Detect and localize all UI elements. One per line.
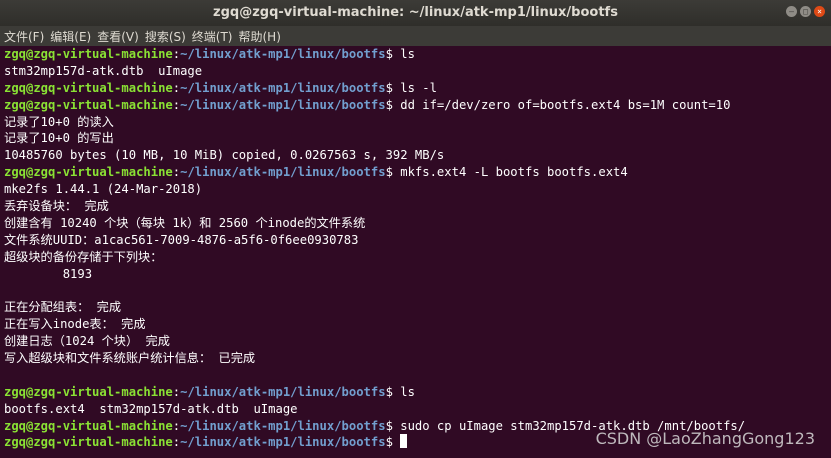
output-line: stm32mp157d-atk.dtb uImage	[4, 63, 827, 80]
output-line: 文件系统UUID：a1cac561-7009-4876-a5f6-0f6ee09…	[4, 232, 827, 249]
output-text: 创建含有 10240 个块（每块 1k）和 2560 个inode的文件系统	[4, 215, 366, 230]
cursor	[400, 434, 408, 449]
output-text: bootfs.ext4 stm32mp157d-atk.dtb uImage	[4, 401, 298, 416]
output-text: stm32mp157d-atk.dtb uImage	[4, 63, 203, 78]
prompt-line: zgq@zgq-virtual-machine:~/linux/atk-mp1/…	[4, 80, 827, 97]
prompt-path: ~/linux/atk-mp1/linux/bootfs	[180, 435, 386, 450]
prompt-dollar: $	[385, 80, 401, 95]
output-text: 正在分配组表： 完成	[4, 300, 122, 315]
output-line: 8193	[4, 266, 827, 283]
prompt-dollar: $	[385, 418, 401, 433]
output-text: 文件系统UUID：a1cac561-7009-4876-a5f6-0f6ee09…	[4, 232, 359, 247]
prompt-user-host: zgq@zgq-virtual-machine	[4, 97, 173, 112]
prompt-line: zgq@zgq-virtual-machine:~/linux/atk-mp1/…	[4, 384, 827, 401]
prompt-line: zgq@zgq-virtual-machine:~/linux/atk-mp1/…	[4, 46, 827, 63]
prompt-dollar: $	[385, 47, 401, 61]
menu-edit[interactable]: 编辑(E)	[50, 28, 91, 45]
close-icon[interactable]: ×	[814, 6, 825, 17]
prompt-separator: :	[172, 97, 181, 112]
output-text: 丢弃设备块： 完成	[4, 199, 109, 214]
output-text: 记录了10+0 的写出	[4, 131, 114, 146]
command-text: ls	[400, 384, 415, 399]
output-line: 写入超级块和文件系统账户统计信息： 已完成	[4, 350, 827, 367]
prompt-dollar: $	[385, 435, 401, 450]
output-text: mke2fs 1.44.1 (24-Mar-2018)	[4, 182, 203, 197]
output-text: 创建日志（1024 个块） 完成	[4, 334, 170, 349]
window-title: zgq@zgq-virtual-machine: ~/linux/atk-mp1…	[213, 5, 618, 20]
prompt-dollar: $	[385, 97, 401, 112]
prompt-separator: :	[172, 80, 181, 95]
menu-help[interactable]: 帮助(H)	[239, 28, 281, 45]
prompt-path: ~/linux/atk-mp1/linux/bootfs	[180, 165, 386, 180]
output-text: 记录了10+0 的读入	[4, 114, 114, 129]
output-line: 记录了10+0 的读入	[4, 114, 827, 131]
prompt-separator: :	[172, 165, 181, 180]
menu-view[interactable]: 查看(V)	[97, 28, 139, 45]
output-text: 8193	[4, 266, 93, 281]
terminal-output[interactable]: zgq@zgq-virtual-machine:~/linux/atk-mp1/…	[0, 46, 831, 458]
prompt-line: zgq@zgq-virtual-machine:~/linux/atk-mp1/…	[4, 97, 827, 114]
command-text: dd if=/dev/zero of=bootfs.ext4 bs=1M cou…	[400, 97, 731, 112]
menu-search[interactable]: 搜索(S)	[145, 28, 186, 45]
menu-file[interactable]: 文件(F)	[4, 28, 44, 45]
prompt-separator: :	[172, 418, 181, 433]
command-text: mkfs.ext4 -L bootfs bootfs.ext4	[400, 165, 628, 180]
prompt-path: ~/linux/atk-mp1/linux/bootfs	[180, 97, 386, 112]
prompt-dollar: $	[385, 165, 401, 180]
menu-terminal[interactable]: 终端(T)	[192, 28, 233, 45]
output-line: 超级块的备份存储于下列块：	[4, 249, 827, 266]
terminal-window: zgq@zgq-virtual-machine: ~/linux/atk-mp1…	[0, 0, 831, 458]
window-controls: – □ ×	[786, 6, 825, 17]
prompt-user-host: zgq@zgq-virtual-machine	[4, 47, 173, 61]
output-line: bootfs.ext4 stm32mp157d-atk.dtb uImage	[4, 401, 827, 418]
prompt-separator: :	[172, 47, 181, 61]
prompt-dollar: $	[385, 384, 401, 399]
output-line: 正在写入inode表： 完成	[4, 316, 827, 333]
menu-bar: 文件(F) 编辑(E) 查看(V) 搜索(S) 终端(T) 帮助(H)	[0, 26, 831, 46]
output-line: mke2fs 1.44.1 (24-Mar-2018)	[4, 181, 827, 198]
output-line: 创建日志（1024 个块） 完成	[4, 333, 827, 350]
prompt-path: ~/linux/atk-mp1/linux/bootfs	[180, 47, 386, 61]
command-text: ls -l	[400, 80, 437, 95]
output-text: 超级块的备份存储于下列块：	[4, 249, 163, 264]
minimize-icon[interactable]: –	[786, 6, 797, 17]
prompt-user-host: zgq@zgq-virtual-machine	[4, 80, 173, 95]
prompt-user-host: zgq@zgq-virtual-machine	[4, 165, 173, 180]
output-line: 丢弃设备块： 完成	[4, 198, 827, 215]
prompt-user-host: zgq@zgq-virtual-machine	[4, 384, 173, 399]
prompt-user-host: zgq@zgq-virtual-machine	[4, 435, 173, 450]
maximize-icon[interactable]: □	[800, 6, 811, 17]
prompt-line: zgq@zgq-virtual-machine:~/linux/atk-mp1/…	[4, 164, 827, 181]
output-line: 正在分配组表： 完成	[4, 299, 827, 316]
output-text: 10485760 bytes (10 MB, 10 MiB) copied, 0…	[4, 148, 445, 163]
title-bar: zgq@zgq-virtual-machine: ~/linux/atk-mp1…	[0, 0, 831, 26]
output-line: 记录了10+0 的写出	[4, 130, 827, 147]
output-text: 正在写入inode表： 完成	[4, 317, 146, 332]
output-line: 10485760 bytes (10 MB, 10 MiB) copied, 0…	[4, 147, 827, 164]
prompt-user-host: zgq@zgq-virtual-machine	[4, 418, 173, 433]
command-text: ls	[400, 47, 415, 61]
output-text: 写入超级块和文件系统账户统计信息： 已完成	[4, 351, 256, 366]
prompt-separator: :	[172, 384, 181, 399]
output-line: 创建含有 10240 个块（每块 1k）和 2560 个inode的文件系统	[4, 215, 827, 232]
prompt-path: ~/linux/atk-mp1/linux/bootfs	[180, 418, 386, 433]
prompt-path: ~/linux/atk-mp1/linux/bootfs	[180, 384, 386, 399]
prompt-separator: :	[172, 435, 181, 450]
prompt-path: ~/linux/atk-mp1/linux/bootfs	[180, 80, 386, 95]
watermark: CSDN @LaoZhangGong123	[595, 429, 815, 448]
